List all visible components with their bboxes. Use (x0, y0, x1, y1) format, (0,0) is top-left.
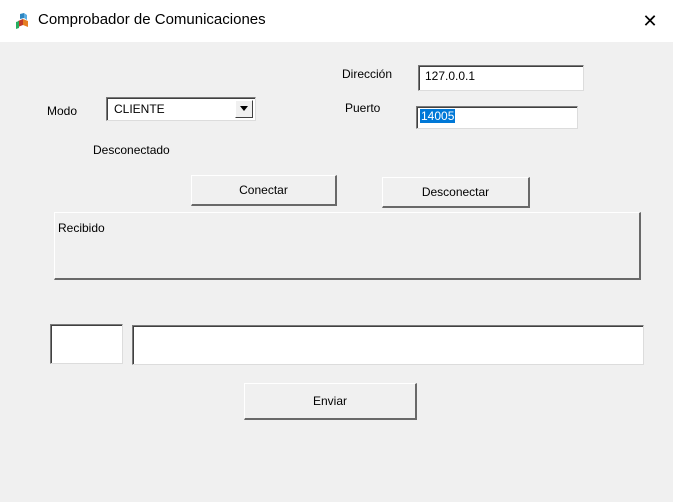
close-button[interactable]: ✕ (627, 0, 673, 42)
close-icon: ✕ (642, 10, 658, 31)
modo-select[interactable]: CLIENTE (106, 97, 256, 121)
direccion-field[interactable]: 127.0.0.1 (418, 65, 584, 91)
title-bar: Comprobador de Comunicaciones ✕ (0, 0, 673, 42)
modo-selected-value: CLIENTE (114, 102, 165, 116)
app-cubes-icon (14, 12, 32, 30)
message-input[interactable] (132, 325, 644, 365)
puerto-label: Puerto (345, 101, 381, 115)
conectar-button[interactable]: Conectar (191, 175, 337, 206)
connection-status: Desconectado (93, 143, 170, 157)
recibido-box: Recibido (54, 212, 641, 280)
enviar-button[interactable]: Enviar (244, 383, 417, 420)
puerto-value: 14005 (420, 109, 456, 123)
recibido-label: Recibido (58, 221, 105, 235)
puerto-field[interactable]: 14005 (416, 106, 578, 129)
window-title: Comprobador de Comunicaciones (38, 11, 266, 28)
modo-label: Modo (47, 104, 78, 118)
direccion-label: Dirección (342, 67, 393, 81)
desconectar-button[interactable]: Desconectar (382, 177, 530, 208)
send-small-field[interactable] (50, 324, 123, 364)
chevron-down-icon[interactable] (235, 100, 253, 118)
